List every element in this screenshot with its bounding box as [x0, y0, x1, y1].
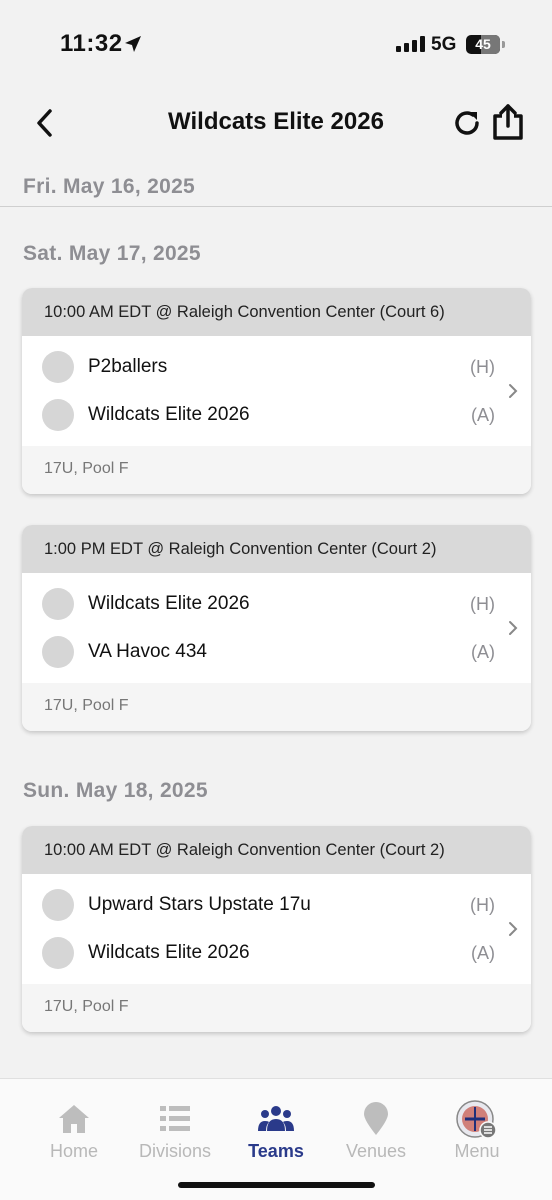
home-team-name: P2ballers — [88, 356, 168, 377]
home-team-name: Wildcats Elite 2026 — [88, 593, 250, 614]
division-pool: 17U, Pool F — [22, 683, 531, 731]
battery-icon: 45 — [466, 35, 500, 54]
game-time-venue: 10:00 AM EDT @ Raleigh Convention Center… — [22, 826, 531, 874]
game-card[interactable]: 10:00 AM EDT @ Raleigh Convention Center… — [22, 826, 531, 1032]
game-time-venue: 1:00 PM EDT @ Raleigh Convention Center … — [22, 525, 531, 573]
away-team-name: VA Havoc 434 — [88, 641, 208, 662]
tab-label: Venues — [345, 1141, 407, 1161]
status-time: 11:32 — [60, 30, 123, 57]
home-team-row: Wildcats Elite 2026 (H) — [22, 580, 531, 628]
away-team-row: Wildcats Elite 2026 (A) — [22, 929, 531, 977]
away-indicator-tag: (A) — [471, 942, 495, 963]
tab-menu[interactable]: Menu — [427, 1099, 527, 1162]
home-team-row: Upward Stars Upstate 17u (H) — [22, 881, 531, 929]
share-icon[interactable] — [490, 102, 526, 142]
away-team-row: VA Havoc 434 (A) — [22, 628, 531, 676]
signal-icon — [396, 36, 425, 52]
tab-label: Menu — [454, 1141, 500, 1161]
menu-logo-icon — [456, 1100, 497, 1139]
tab-label: Teams — [248, 1141, 304, 1161]
nav-bar: Wildcats Elite 2026 — [0, 92, 552, 156]
home-team-row: P2ballers (H) — [22, 343, 531, 391]
chevron-right-icon — [509, 384, 518, 398]
game-card[interactable]: 1:00 PM EDT @ Raleigh Convention Center … — [22, 525, 531, 731]
game-card[interactable]: 10:00 AM EDT @ Raleigh Convention Center… — [22, 288, 531, 494]
tab-teams[interactable]: Teams — [226, 1099, 326, 1162]
division-pool: 17U, Pool F — [22, 446, 531, 494]
venue-pin-icon — [364, 1102, 388, 1135]
date-header: Fri. May 16, 2025 — [23, 175, 196, 198]
network-type: 5G — [431, 34, 457, 55]
status-bar: 11:32 5G 45 — [0, 0, 552, 92]
tab-divisions[interactable]: Divisions — [125, 1099, 225, 1162]
division-pool: 17U, Pool F — [22, 984, 531, 1032]
home-team-name: Upward Stars Upstate 17u — [88, 894, 311, 915]
away-team-name: Wildcats Elite 2026 — [88, 404, 250, 425]
divisions-icon — [160, 1106, 190, 1131]
tab-venues[interactable]: Venues — [326, 1099, 426, 1162]
team-logo — [42, 399, 74, 431]
tab-home[interactable]: Home — [24, 1099, 124, 1162]
chevron-right-icon — [509, 621, 518, 635]
team-logo — [42, 588, 74, 620]
home-indicator-bar — [178, 1182, 375, 1188]
tab-label: Divisions — [138, 1141, 212, 1161]
location-arrow-icon — [125, 36, 141, 52]
team-logo — [42, 636, 74, 668]
tab-label: Home — [49, 1141, 98, 1161]
game-teams: Wildcats Elite 2026 (H) VA Havoc 434 (A) — [22, 573, 531, 683]
home-indicator-tag: (H) — [470, 593, 495, 614]
teams-icon — [258, 1106, 294, 1131]
refresh-icon[interactable] — [450, 106, 484, 140]
game-time-venue: 10:00 AM EDT @ Raleigh Convention Center… — [22, 288, 531, 336]
away-team-name: Wildcats Elite 2026 — [88, 942, 250, 963]
home-indicator-tag: (H) — [470, 356, 495, 377]
team-logo — [42, 937, 74, 969]
away-team-row: Wildcats Elite 2026 (A) — [22, 391, 531, 439]
game-teams: Upward Stars Upstate 17u (H) Wildcats El… — [22, 874, 531, 984]
battery-level: 45 — [475, 36, 491, 52]
battery-tip — [502, 41, 505, 48]
away-indicator-tag: (A) — [471, 641, 495, 662]
team-logo — [42, 889, 74, 921]
team-logo — [42, 351, 74, 383]
date-header: Sun. May 18, 2025 — [23, 779, 208, 802]
away-indicator-tag: (A) — [471, 404, 495, 425]
chevron-right-icon — [509, 922, 518, 936]
date-header: Sat. May 17, 2025 — [23, 242, 201, 265]
section-divider — [0, 206, 552, 207]
home-indicator-tag: (H) — [470, 894, 495, 915]
home-icon — [59, 1105, 89, 1133]
game-teams: P2ballers (H) Wildcats Elite 2026 (A) — [22, 336, 531, 446]
